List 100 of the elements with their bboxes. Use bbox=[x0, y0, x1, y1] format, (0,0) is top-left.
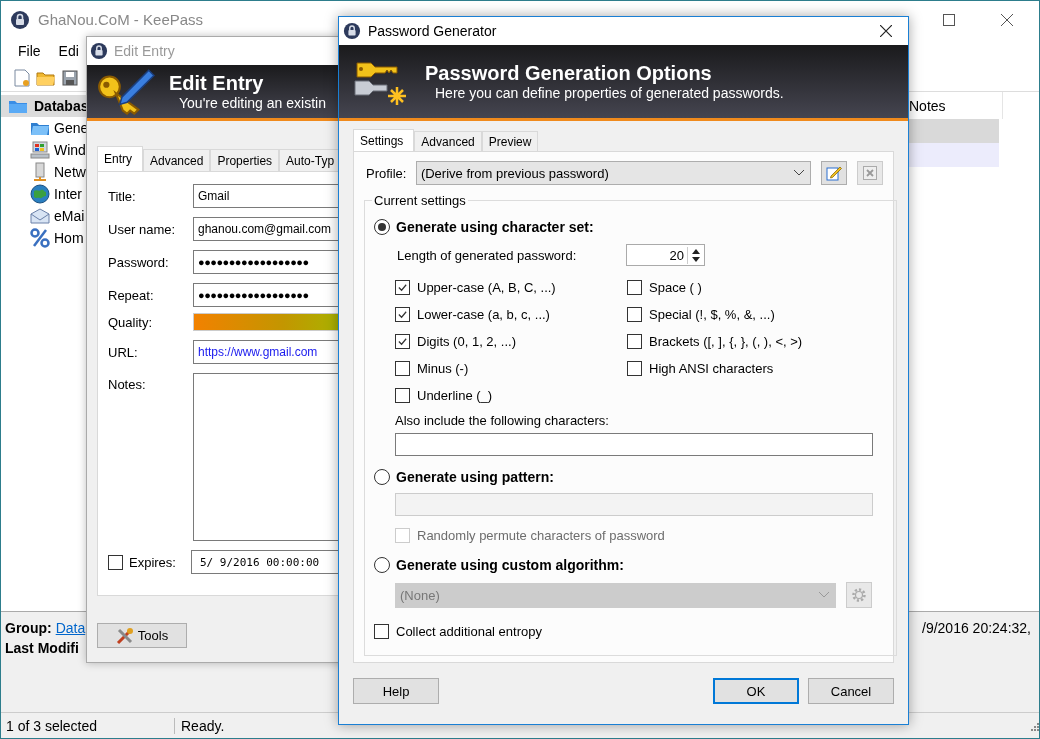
lock-icon bbox=[10, 9, 30, 30]
tree-item[interactable]: Inter bbox=[30, 183, 82, 205]
tools-icon bbox=[115, 626, 134, 645]
dialog-button[interactable]: OK bbox=[713, 678, 799, 704]
checkbox-label: Lower-case (a, b, c, ...) bbox=[417, 307, 550, 322]
tab[interactable]: Properties bbox=[210, 149, 280, 171]
group-link[interactable]: Data bbox=[55, 620, 86, 636]
modified-date: /9/2016 20:24:32, bbox=[922, 620, 1031, 636]
window-title: Edit Entry bbox=[114, 43, 175, 59]
tree-item[interactable]: Wind bbox=[30, 139, 86, 161]
also-include-label: Also include the following characters: bbox=[395, 413, 610, 430]
checkbox-label: Minus (-) bbox=[417, 361, 469, 376]
field-label: Password: bbox=[108, 254, 170, 270]
check-icon bbox=[397, 309, 408, 320]
checkbox-label: Randomly permute characters of password bbox=[417, 528, 665, 543]
computer-icon bbox=[30, 141, 50, 159]
expires-label: Expires: bbox=[129, 554, 177, 570]
radio-button[interactable] bbox=[374, 219, 390, 235]
characters-field[interactable] bbox=[395, 433, 873, 456]
length-label: Length of generated password: bbox=[397, 247, 578, 263]
checkbox[interactable] bbox=[627, 280, 642, 295]
envelope-icon bbox=[30, 208, 50, 224]
radio-button[interactable] bbox=[374, 557, 390, 573]
check-icon bbox=[397, 336, 408, 347]
checkbox-label: Underline (_) bbox=[417, 388, 493, 403]
maximize-icon[interactable] bbox=[943, 13, 955, 26]
resize-grip-icon[interactable] bbox=[1029, 720, 1039, 731]
tab[interactable]: Settings bbox=[353, 129, 415, 151]
lock-icon bbox=[343, 22, 361, 40]
folder-icon bbox=[30, 120, 50, 136]
percent-icon bbox=[30, 228, 50, 248]
tab[interactable]: Entry bbox=[97, 146, 143, 171]
menu-item[interactable]: Edi bbox=[58, 43, 79, 59]
checkbox[interactable] bbox=[395, 280, 410, 295]
field-label: User name: bbox=[108, 221, 177, 237]
banner-title: Edit Entry bbox=[169, 72, 265, 95]
tree-item[interactable]: Databas bbox=[1, 95, 89, 117]
group-label: Group: bbox=[5, 620, 52, 636]
folder-icon bbox=[8, 98, 28, 114]
tree-item[interactable]: Netw bbox=[30, 161, 86, 183]
checkbox-label: Digits (0, 1, 2, ...) bbox=[417, 334, 516, 349]
field-label: URL: bbox=[108, 344, 139, 360]
checkbox[interactable] bbox=[374, 624, 389, 639]
status-text: 1 of 3 selected bbox=[1, 717, 175, 734]
window-title: GhaNou.CoM - KeePass bbox=[38, 11, 204, 28]
lock-icon bbox=[90, 42, 108, 60]
down-arrow-icon[interactable] bbox=[692, 256, 700, 262]
checkbox-label: Collect additional entropy bbox=[396, 624, 542, 639]
gear-icon bbox=[851, 587, 867, 603]
menu-item[interactable]: File bbox=[18, 43, 41, 59]
chevron-down-icon bbox=[819, 592, 829, 598]
radio-label: Generate using character set: bbox=[396, 219, 594, 235]
field-label: Notes: bbox=[108, 377, 147, 392]
chevron-down-icon bbox=[794, 170, 805, 176]
checkbox[interactable] bbox=[395, 388, 410, 403]
save-icon[interactable] bbox=[62, 69, 78, 86]
up-arrow-icon[interactable] bbox=[692, 248, 700, 254]
field-label: Repeat: bbox=[108, 287, 155, 303]
checkbox-label: Special (!, $, %, &, ...) bbox=[649, 307, 775, 322]
checkbox[interactable] bbox=[627, 361, 642, 376]
dialog-button[interactable]: Help bbox=[353, 678, 439, 704]
checkbox[interactable] bbox=[395, 334, 410, 349]
profile-dropdown[interactable]: (Derive from previous password) bbox=[415, 161, 812, 185]
checkbox[interactable] bbox=[395, 361, 410, 376]
checkbox-label: Upper-case (A, B, C, ...) bbox=[417, 280, 556, 295]
modified-label: Last Modifi bbox=[5, 640, 79, 656]
banner-title: Password Generation Options bbox=[425, 62, 713, 85]
tree-item[interactable]: eMai bbox=[30, 205, 85, 227]
length-spinbox[interactable]: 20 bbox=[626, 244, 705, 266]
tree-item[interactable]: Gene bbox=[30, 117, 89, 139]
tree-item[interactable]: Hom bbox=[30, 227, 84, 249]
field-label: Quality: bbox=[108, 314, 154, 330]
tab[interactable]: Preview bbox=[481, 131, 539, 151]
checkbox[interactable] bbox=[395, 307, 410, 322]
radio-button[interactable] bbox=[374, 469, 390, 485]
delete-icon bbox=[863, 166, 877, 180]
radio-label: Generate using custom algorithm: bbox=[396, 557, 624, 573]
folder-icon[interactable] bbox=[36, 69, 56, 86]
checkbox[interactable] bbox=[108, 554, 123, 570]
edit-icon bbox=[826, 165, 843, 181]
close-icon[interactable] bbox=[880, 25, 892, 37]
window-title: Password Generator bbox=[368, 23, 497, 39]
tools-button[interactable]: Tools bbox=[97, 623, 187, 648]
field-label: Title: bbox=[108, 188, 137, 204]
globe-icon bbox=[30, 184, 50, 204]
profile-label: Profile: bbox=[366, 165, 408, 181]
dialog-button[interactable]: Cancel bbox=[808, 678, 894, 704]
close-icon[interactable] bbox=[1001, 13, 1013, 26]
tab[interactable]: Advanced bbox=[143, 149, 211, 171]
checkbox-label: Brackets ([, ], {, }, (, ), <, >) bbox=[649, 334, 803, 349]
checkbox-label: Space ( ) bbox=[649, 280, 702, 295]
edit-profile-button[interactable] bbox=[821, 161, 848, 185]
status-text: Ready. bbox=[180, 717, 225, 734]
radio-label: Generate using pattern: bbox=[396, 469, 554, 485]
banner-subtitle: You're editing an existin bbox=[179, 95, 326, 111]
checkbox[interactable] bbox=[627, 334, 642, 349]
check-icon bbox=[397, 282, 408, 293]
tab[interactable]: Advanced bbox=[414, 131, 482, 151]
checkbox[interactable] bbox=[627, 307, 642, 322]
banner-subtitle: Here you can define properties of generated passwords. bbox=[435, 85, 784, 101]
